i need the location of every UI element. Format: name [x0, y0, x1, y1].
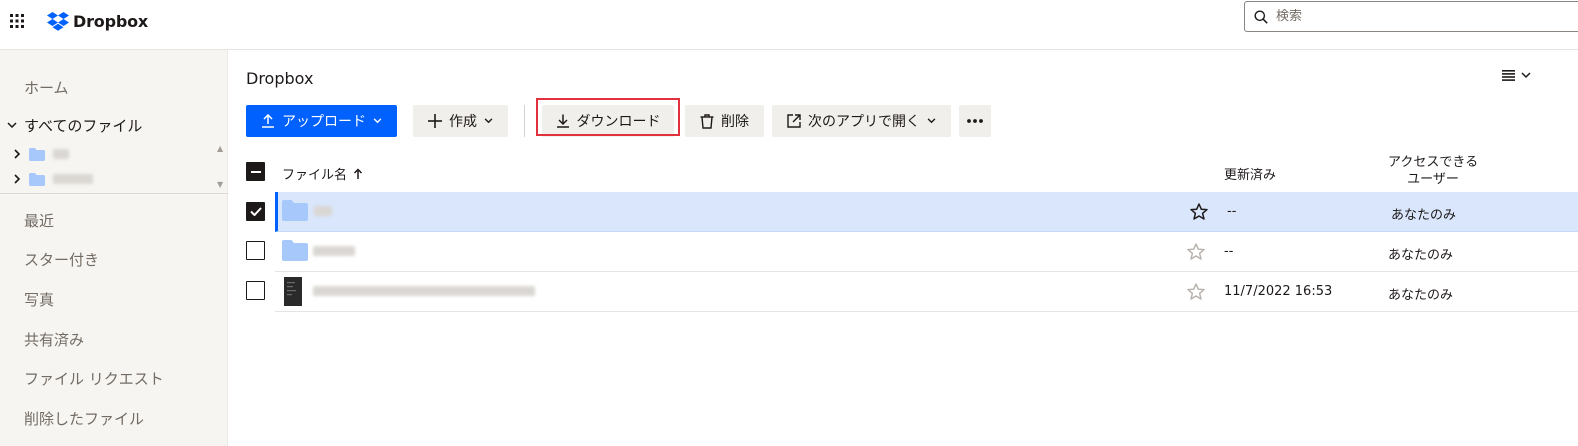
table-row[interactable]: -- あなたのみ: [275, 192, 1578, 232]
scroll-up-icon[interactable]: ▲: [217, 144, 223, 153]
chevron-down-icon: [373, 118, 382, 124]
sidebar-item-all-files[interactable]: すべてのファイル: [0, 114, 228, 136]
star-icon[interactable]: [1187, 243, 1205, 260]
trash-icon: [700, 113, 714, 129]
more-button[interactable]: [959, 105, 991, 137]
chevron-down-icon: [927, 118, 936, 124]
folder-icon: [29, 147, 45, 161]
folder-tree: ▲ ▼: [0, 142, 228, 194]
select-all-checkbox[interactable]: [246, 162, 265, 181]
table-row[interactable]: -- あなたのみ: [275, 232, 1578, 272]
more-icon: [967, 119, 983, 123]
blurred-file-name: [313, 286, 535, 296]
search-input[interactable]: [1276, 9, 1526, 24]
name-column-header[interactable]: ファイル名: [282, 164, 363, 183]
create-button[interactable]: 作成: [413, 105, 508, 137]
arrow-up-icon: [353, 167, 363, 179]
tree-folder-item[interactable]: [14, 144, 69, 164]
scroll-down-icon[interactable]: ▼: [217, 180, 223, 189]
row-checkbox[interactable]: [246, 281, 265, 300]
chevron-down-icon[interactable]: [7, 121, 17, 129]
folder-icon: [282, 200, 308, 221]
modified-column-header[interactable]: 更新済み: [1224, 164, 1276, 183]
access-column-header[interactable]: アクセスできる ユーザー: [1388, 154, 1478, 188]
name-header-label: ファイル名: [282, 168, 348, 183]
chevron-down-icon: [484, 118, 493, 124]
plus-icon: [428, 114, 442, 128]
chevron-right-icon[interactable]: [14, 149, 21, 159]
sidebar-item-starred[interactable]: スター付き: [24, 249, 99, 270]
chevron-right-icon[interactable]: [14, 174, 21, 184]
modified-cell: --: [1224, 244, 1234, 259]
open-in-button[interactable]: 次のアプリで開く: [772, 105, 951, 137]
upload-label: アップロード: [282, 114, 366, 130]
row-checkbox[interactable]: [246, 241, 265, 260]
sidebar-item-file-requests[interactable]: ファイル リクエスト: [24, 368, 164, 389]
folder-icon: [29, 172, 45, 186]
sidebar-item-recent[interactable]: 最近: [24, 210, 54, 231]
search-icon: [1254, 10, 1268, 24]
checkmark-icon: [249, 207, 262, 216]
blurred-folder-name: [53, 149, 69, 159]
modified-cell: --: [1227, 204, 1237, 219]
blurred-file-name: [313, 246, 355, 256]
create-label: 作成: [449, 114, 477, 130]
sidebar-item-photos[interactable]: 写真: [24, 289, 54, 310]
sidebar-item-home[interactable]: ホーム: [24, 77, 69, 98]
table-row[interactable]: 11/7/2022 16:53 あなたのみ: [275, 272, 1578, 312]
access-cell: あなたのみ: [1388, 248, 1454, 263]
access-header-line1: アクセスできる: [1388, 155, 1479, 170]
folder-icon: [282, 240, 308, 261]
download-highlight-box: [536, 98, 680, 136]
upload-icon: [262, 114, 274, 128]
access-cell: あなたのみ: [1391, 208, 1457, 223]
dropbox-logo[interactable]: Dropbox: [47, 10, 148, 32]
file-thumbnail-icon: [284, 277, 302, 306]
access-header-line2: ユーザー: [1407, 172, 1459, 187]
dropbox-icon: [47, 11, 69, 31]
sidebar-item-deleted-files[interactable]: 削除したファイル: [24, 408, 144, 429]
logo-text: Dropbox: [73, 11, 148, 31]
tree-folder-item[interactable]: [14, 169, 93, 189]
row-checkbox[interactable]: [246, 202, 265, 221]
sidebar-item-label: すべてのファイル: [24, 116, 143, 135]
star-icon[interactable]: [1190, 203, 1208, 220]
open-external-icon: [787, 114, 801, 128]
main-content: Dropbox アップロード 作成 ダウンロード 削除 次のアプリで開く ファイ…: [229, 50, 1578, 446]
delete-button[interactable]: 削除: [685, 105, 764, 137]
access-cell: あなたのみ: [1388, 288, 1454, 303]
upload-button[interactable]: アップロード: [246, 105, 397, 137]
chevron-down-icon: [1521, 72, 1531, 79]
sidebar-item-shared[interactable]: 共有済み: [24, 329, 84, 350]
open-in-label: 次のアプリで開く: [808, 114, 920, 130]
search-box[interactable]: [1244, 1, 1578, 32]
list-view-icon: [1502, 70, 1515, 81]
top-bar: Dropbox: [0, 0, 1578, 50]
grid-icon[interactable]: [10, 14, 24, 28]
minus-icon: [250, 170, 261, 173]
toolbar-divider: [524, 105, 525, 137]
blurred-file-name: [314, 206, 332, 216]
view-toggle-button[interactable]: [1502, 70, 1531, 81]
sidebar: ホーム すべてのファイル ▲ ▼ 最近 スター付き 写真 共有済み ファイル リ…: [0, 50, 228, 446]
star-icon[interactable]: [1187, 283, 1205, 300]
blurred-folder-name: [53, 174, 93, 184]
delete-label: 削除: [721, 114, 749, 130]
modified-cell: 11/7/2022 16:53: [1224, 284, 1333, 299]
breadcrumb[interactable]: Dropbox: [246, 69, 313, 88]
